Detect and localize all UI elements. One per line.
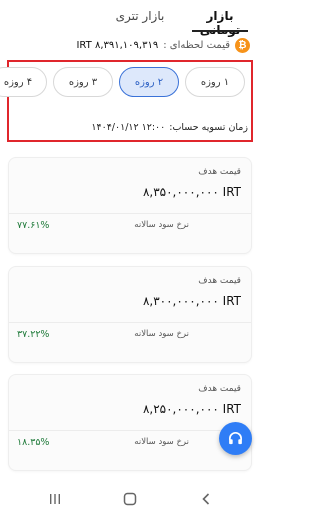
target-price-card[interactable]: قیمت هدف ۸,۳۰۰,۰۰۰,۰۰۰ IRT نرخ سود سالان… [8, 266, 252, 363]
headset-icon [228, 432, 243, 445]
market-tabs: بازار تومانی بازار تتری [0, 0, 260, 37]
settlement-label: زمان تسویه حساب: [169, 122, 248, 133]
target-price-label: قیمت هدف [198, 276, 241, 286]
target-price-value: ۸,۳۰۰,۰۰۰,۰۰۰ IRT [142, 294, 241, 308]
duration-chip-label: ۴ روزه [3, 76, 33, 88]
annual-rate-label: نرخ سود سالانه [134, 220, 189, 230]
recents-icon [50, 494, 60, 504]
live-price-label: قیمت لحظه‌ای : [163, 40, 230, 51]
duration-chip-3-day[interactable]: ۳ روزه [53, 67, 113, 97]
duration-chip-4-day[interactable]: ۴ روزه [0, 67, 47, 97]
tab-toman-label: بازار تومانی [200, 9, 241, 37]
support-button[interactable] [219, 422, 252, 455]
bitcoin-icon: ₿ [235, 38, 250, 53]
live-price-row: ₿ قیمت لحظه‌ای : IRT ۸,۳۹۱,۱۰۹,۳۱۹ [76, 38, 250, 53]
annual-rate-label: نرخ سود سالانه [134, 329, 189, 339]
target-price-value: ۸,۲۵۰,۰۰۰,۰۰۰ IRT [142, 402, 241, 416]
target-price-label: قیمت هدف [198, 384, 241, 394]
tab-tether-label: بازار تتری [115, 9, 165, 23]
settlement-value: ۱۴۰۴/۰۱/۱۲ ۱۲:۰۰ [91, 122, 166, 133]
card-divider [9, 430, 251, 431]
back-button[interactable] [196, 490, 216, 508]
target-price-card[interactable]: قیمت هدف ۸,۳۵۰,۰۰۰,۰۰۰ IRT نرخ سود سالان… [8, 157, 252, 254]
system-nav-bar [0, 488, 260, 512]
duration-chip-2-day[interactable]: ۲ روزه [119, 67, 179, 97]
duration-chip-1-day[interactable]: ۱ روزه [185, 67, 245, 97]
target-price-value: ۸,۳۵۰,۰۰۰,۰۰۰ IRT [142, 185, 241, 199]
recents-button[interactable] [45, 490, 65, 508]
annual-rate-value: ۳۷.۲۲% [17, 329, 50, 340]
active-tab-indicator [192, 30, 248, 32]
home-icon [123, 492, 137, 506]
settlement-time: زمان تسویه حساب: ۱۴۰۴/۰۱/۱۲ ۱۲:۰۰ [91, 122, 248, 133]
annual-rate-value: ۱۸.۳۵% [17, 437, 50, 448]
annual-rate-label: نرخ سود سالانه [134, 437, 189, 447]
page: بازار تومانی بازار تتری ₿ قیمت لحظه‌ای :… [0, 0, 260, 512]
annual-rate-value: ۷۷.۶۱% [17, 220, 50, 231]
card-divider [9, 213, 251, 214]
home-button[interactable] [120, 490, 140, 508]
duration-chip-label: ۳ روزه [68, 76, 98, 88]
back-icon [202, 493, 210, 505]
duration-chip-label: ۱ روزه [200, 76, 230, 88]
card-divider [9, 322, 251, 323]
target-price-card[interactable]: قیمت هدف ۸,۲۵۰,۰۰۰,۰۰۰ IRT نرخ سود سالان… [8, 374, 252, 471]
duration-selector: ۱ روزه ۲ روزه ۳ روزه ۴ روزه [0, 67, 249, 101]
tab-tether-market[interactable]: بازار تتری [112, 0, 168, 32]
target-price-label: قیمت هدف [198, 167, 241, 177]
tab-toman-market[interactable]: بازار تومانی [192, 0, 248, 37]
live-price-value: IRT ۸,۳۹۱,۱۰۹,۳۱۹ [76, 40, 159, 51]
duration-chip-label: ۲ روزه [134, 76, 164, 88]
